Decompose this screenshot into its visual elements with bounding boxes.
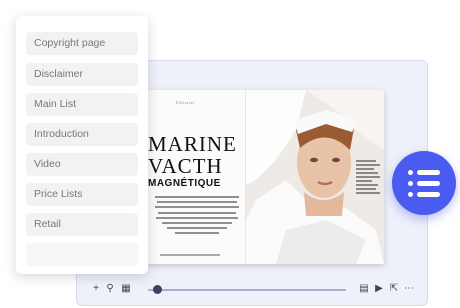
magazine-spread[interactable]: Editorial MARINE VACTH MAGNÉTIQUE (148, 90, 384, 264)
share-icon[interactable]: ⇱ (388, 283, 400, 295)
search-icon[interactable]: ⚲ (104, 283, 116, 295)
toc-item-price-lists[interactable]: Price Lists (26, 183, 138, 206)
zoom-in-icon[interactable]: + (90, 283, 102, 295)
sidebar-text (356, 160, 380, 196)
magazine-title-line-1: MARINE (148, 132, 237, 156)
toc-item-video[interactable]: Video (26, 153, 138, 176)
menu-button[interactable] (392, 151, 456, 215)
toc-item-empty[interactable] (26, 243, 138, 266)
toc-item-copyright[interactable]: Copyright page (26, 32, 138, 55)
magazine-title-line-2: VACTH (148, 154, 223, 178)
toc-item-introduction[interactable]: Introduction (26, 123, 138, 146)
play-icon[interactable]: ▶ (373, 283, 385, 295)
right-page[interactable] (246, 90, 384, 264)
toc-item-disclaimer[interactable]: Disclaimer (26, 63, 138, 86)
toc-item-retail[interactable]: Retail (26, 213, 138, 236)
page-slider-handle[interactable] (153, 285, 163, 294)
page-slider[interactable] (148, 289, 346, 291)
bookmark-icon[interactable]: ▤ (358, 283, 370, 295)
flipbook-demo: Editorial MARINE VACTH MAGNÉTIQUE Copyri… (0, 0, 460, 308)
grid-icon[interactable]: ▦ (120, 283, 132, 295)
toc-item-main-list[interactable]: Main List (26, 93, 138, 116)
page-footer (160, 254, 220, 256)
article-text (154, 196, 240, 238)
table-of-contents-panel: Copyright page Disclaimer Main List Intr… (16, 16, 148, 274)
magazine-title-line-3: MAGNÉTIQUE (148, 178, 221, 189)
more-icon[interactable]: ⋯ (403, 283, 415, 295)
page-header: Editorial (176, 100, 195, 105)
viewer-toolbar: + ⚲ ▦ ▤ ▶ ⇱ ⋯ (90, 283, 420, 297)
left-page[interactable]: Editorial MARINE VACTH MAGNÉTIQUE (148, 90, 246, 264)
